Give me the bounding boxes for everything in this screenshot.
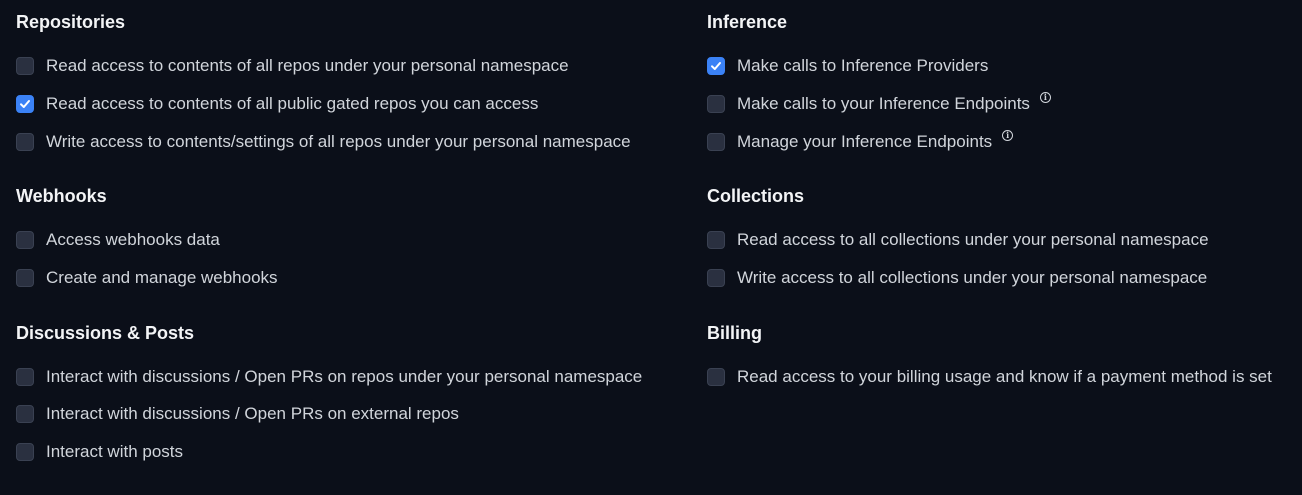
option-label: Interact with posts xyxy=(46,442,184,461)
checkbox[interactable] xyxy=(707,231,725,249)
option-webhooks-manage[interactable]: Create and manage webhooks xyxy=(16,267,278,289)
option-inference-endpoints-call[interactable]: Make calls to your Inference Endpoints i xyxy=(707,91,1051,115)
info-icon[interactable]: i xyxy=(1039,91,1051,103)
option-label: Read access to contents of all repos und… xyxy=(46,56,569,75)
option-label: Interact with discussions / Open PRs on … xyxy=(46,367,643,386)
checkbox[interactable] xyxy=(16,443,34,461)
option-discussions-posts[interactable]: Interact with posts xyxy=(16,441,183,463)
info-icon[interactable]: i xyxy=(1002,129,1014,141)
option-inference-endpoints-manage[interactable]: Manage your Inference Endpoints i xyxy=(707,129,1014,153)
option-label: Read access to your billing usage and kn… xyxy=(737,367,1272,386)
option-label: Access webhooks data xyxy=(46,230,220,249)
checkbox[interactable] xyxy=(16,95,34,113)
option-label: Create and manage webhooks xyxy=(46,268,278,287)
option-billing-read[interactable]: Read access to your billing usage and kn… xyxy=(707,366,1272,388)
checkbox[interactable] xyxy=(16,231,34,249)
option-collections-write[interactable]: Write access to all collections under yo… xyxy=(707,267,1207,289)
option-label: Write access to contents/settings of all… xyxy=(46,132,631,151)
checkmark-icon xyxy=(711,62,721,70)
option-label: Manage your Inference Endpoints xyxy=(737,132,993,151)
option-repos-write-personal[interactable]: Write access to contents/settings of all… xyxy=(16,131,631,153)
option-collections-read[interactable]: Read access to all collections under you… xyxy=(707,229,1209,251)
checkbox[interactable] xyxy=(707,57,725,75)
option-discussions-external[interactable]: Interact with discussions / Open PRs on … xyxy=(16,403,459,425)
option-webhooks-access[interactable]: Access webhooks data xyxy=(16,229,220,251)
checkbox[interactable] xyxy=(707,95,725,113)
option-inference-providers[interactable]: Make calls to Inference Providers xyxy=(707,55,988,77)
option-label: Interact with discussions / Open PRs on … xyxy=(46,404,459,423)
checkbox[interactable] xyxy=(16,405,34,423)
section-title-repositories: Repositories xyxy=(16,12,126,32)
checkbox[interactable] xyxy=(16,133,34,151)
option-label: Make calls to Inference Providers xyxy=(737,56,989,75)
section-title-billing: Billing xyxy=(707,323,762,343)
option-label: Read access to contents of all public ga… xyxy=(46,94,539,113)
option-repos-read-personal[interactable]: Read access to contents of all repos und… xyxy=(16,55,569,77)
section-title-webhooks: Webhooks xyxy=(16,186,107,206)
section-title-collections: Collections xyxy=(707,186,805,206)
checkbox[interactable] xyxy=(707,269,725,287)
option-label: Make calls to your Inference Endpoints xyxy=(737,94,1030,113)
checkbox[interactable] xyxy=(707,368,725,386)
section-title-inference: Inference xyxy=(707,12,788,32)
checkbox[interactable] xyxy=(16,368,34,386)
option-label: Write access to all collections under yo… xyxy=(737,268,1208,287)
option-discussions-personal[interactable]: Interact with discussions / Open PRs on … xyxy=(16,366,642,388)
checkbox[interactable] xyxy=(16,269,34,287)
option-repos-read-gated[interactable]: Read access to contents of all public ga… xyxy=(16,93,538,115)
checkmark-icon xyxy=(20,100,30,108)
checkbox[interactable] xyxy=(707,133,725,151)
section-title-discussions: Discussions & Posts xyxy=(16,323,195,343)
checkbox[interactable] xyxy=(16,57,34,75)
option-label: Read access to all collections under you… xyxy=(737,230,1209,249)
